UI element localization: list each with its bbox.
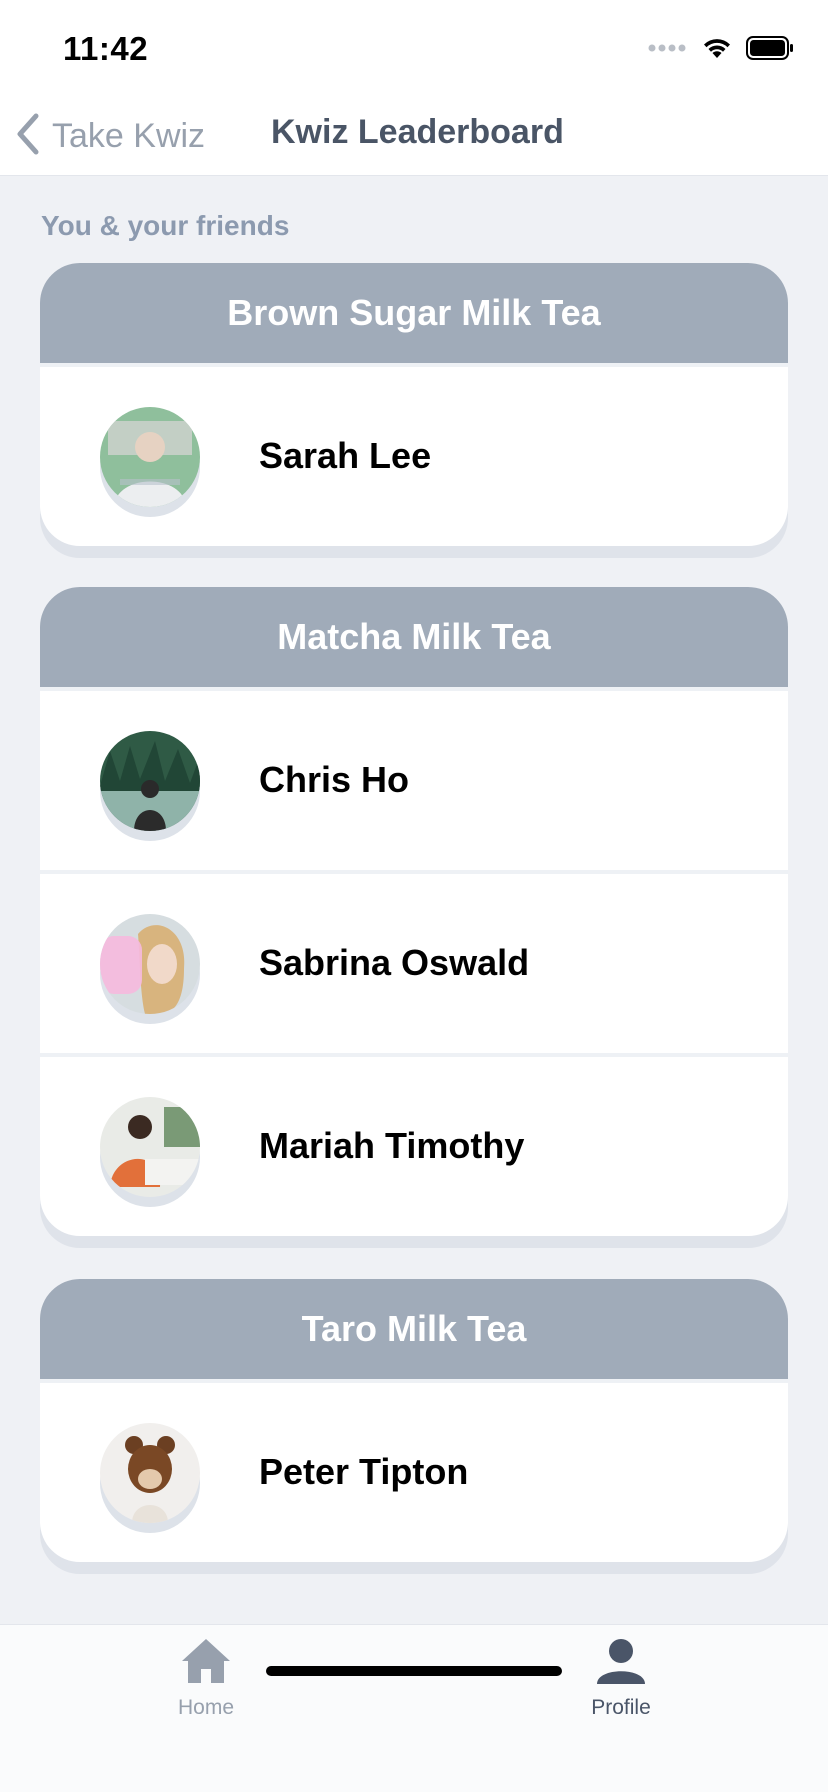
avatar-container	[100, 914, 200, 1024]
group-card-taro: Taro Milk Tea Peter Tipton	[40, 1279, 788, 1562]
avatar-container	[100, 731, 200, 841]
navigation-bar: Take Kwiz Kwiz Leaderboard	[0, 98, 828, 176]
section-label: You & your friends	[41, 210, 290, 241]
member-name: Sarah Lee	[259, 435, 432, 476]
avatar	[100, 731, 200, 831]
tab-bar: Home Profile	[0, 1624, 828, 1792]
avatar-container	[100, 1423, 200, 1533]
member-name: Peter Tipton	[259, 1451, 469, 1492]
status-time: 11:42	[63, 30, 149, 67]
home-icon	[180, 1637, 232, 1690]
battery-icon	[746, 35, 794, 65]
group-card-brown-sugar: Brown Sugar Milk Tea Sarah Lee	[40, 263, 788, 546]
group-card-matcha: Matcha Milk Tea Chris Ho Sabrina Oswald …	[40, 587, 788, 1236]
avatar-container	[100, 407, 200, 517]
avatar-container	[100, 1097, 200, 1207]
member-row[interactable]: Sarah Lee	[40, 363, 788, 546]
tab-home-label: Home	[177, 1696, 235, 1719]
member-row[interactable]: Chris Ho	[40, 687, 788, 870]
member-row[interactable]: Sabrina Oswald	[40, 870, 788, 1053]
avatar	[100, 407, 200, 507]
back-button-label: Take Kwiz	[52, 116, 206, 155]
status-bar: 11:42	[0, 0, 828, 98]
back-button[interactable]: Take Kwiz	[14, 110, 205, 162]
group-header: Taro Milk Tea	[40, 1279, 788, 1379]
member-row[interactable]: Mariah Timothy	[40, 1053, 788, 1236]
member-name: Sabrina Oswald	[259, 942, 530, 983]
group-header: Brown Sugar Milk Tea	[40, 263, 788, 363]
home-indicator	[266, 1666, 562, 1676]
tab-home[interactable]: Home	[136, 1637, 276, 1737]
profile-icon	[595, 1637, 647, 1690]
chevron-left-icon	[14, 112, 42, 161]
member-row[interactable]: Peter Tipton	[40, 1379, 788, 1562]
avatar	[100, 1097, 200, 1197]
tab-profile[interactable]: Profile	[551, 1637, 691, 1737]
tab-profile-label: Profile	[591, 1696, 651, 1719]
avatar	[100, 914, 200, 1014]
member-name: Mariah Timothy	[259, 1125, 525, 1166]
avatar	[100, 1423, 200, 1523]
signal-icon	[648, 41, 688, 59]
wifi-icon	[702, 36, 732, 65]
status-icons	[648, 34, 794, 66]
group-header: Matcha Milk Tea	[40, 587, 788, 687]
page-title: Kwiz Leaderboard	[271, 113, 564, 151]
member-name: Chris Ho	[259, 759, 410, 800]
leaderboard-content[interactable]: You & your friends Brown Sugar Milk Tea …	[0, 176, 828, 1624]
